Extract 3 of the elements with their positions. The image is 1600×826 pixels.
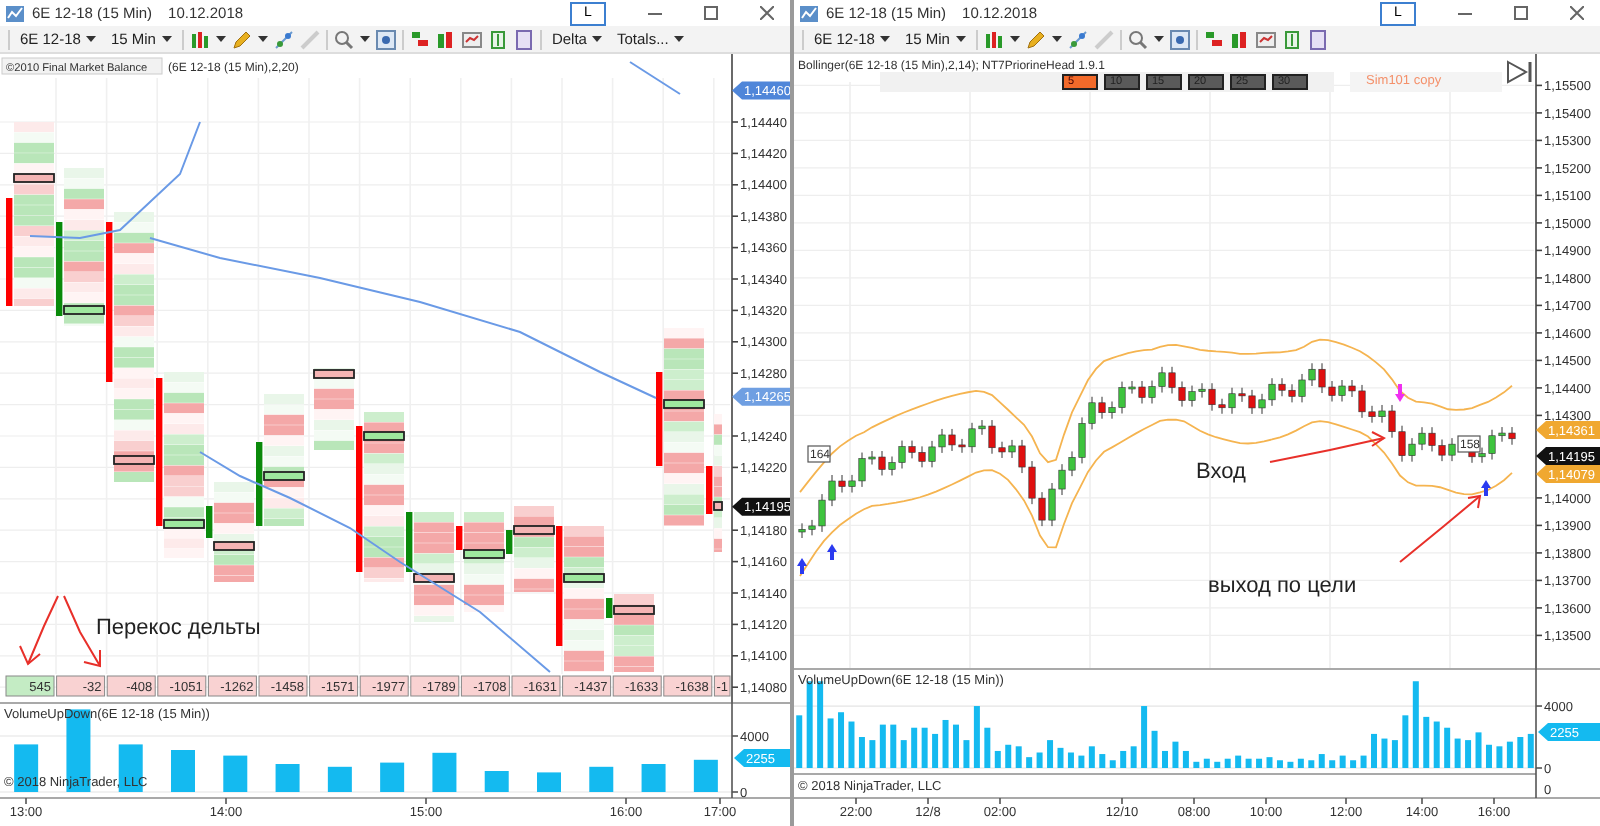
annotation-text: Перекос дельты <box>96 616 261 640</box>
annotation-text: Вход <box>1196 460 1246 484</box>
annotation-text: выход по цели <box>1208 574 1357 598</box>
